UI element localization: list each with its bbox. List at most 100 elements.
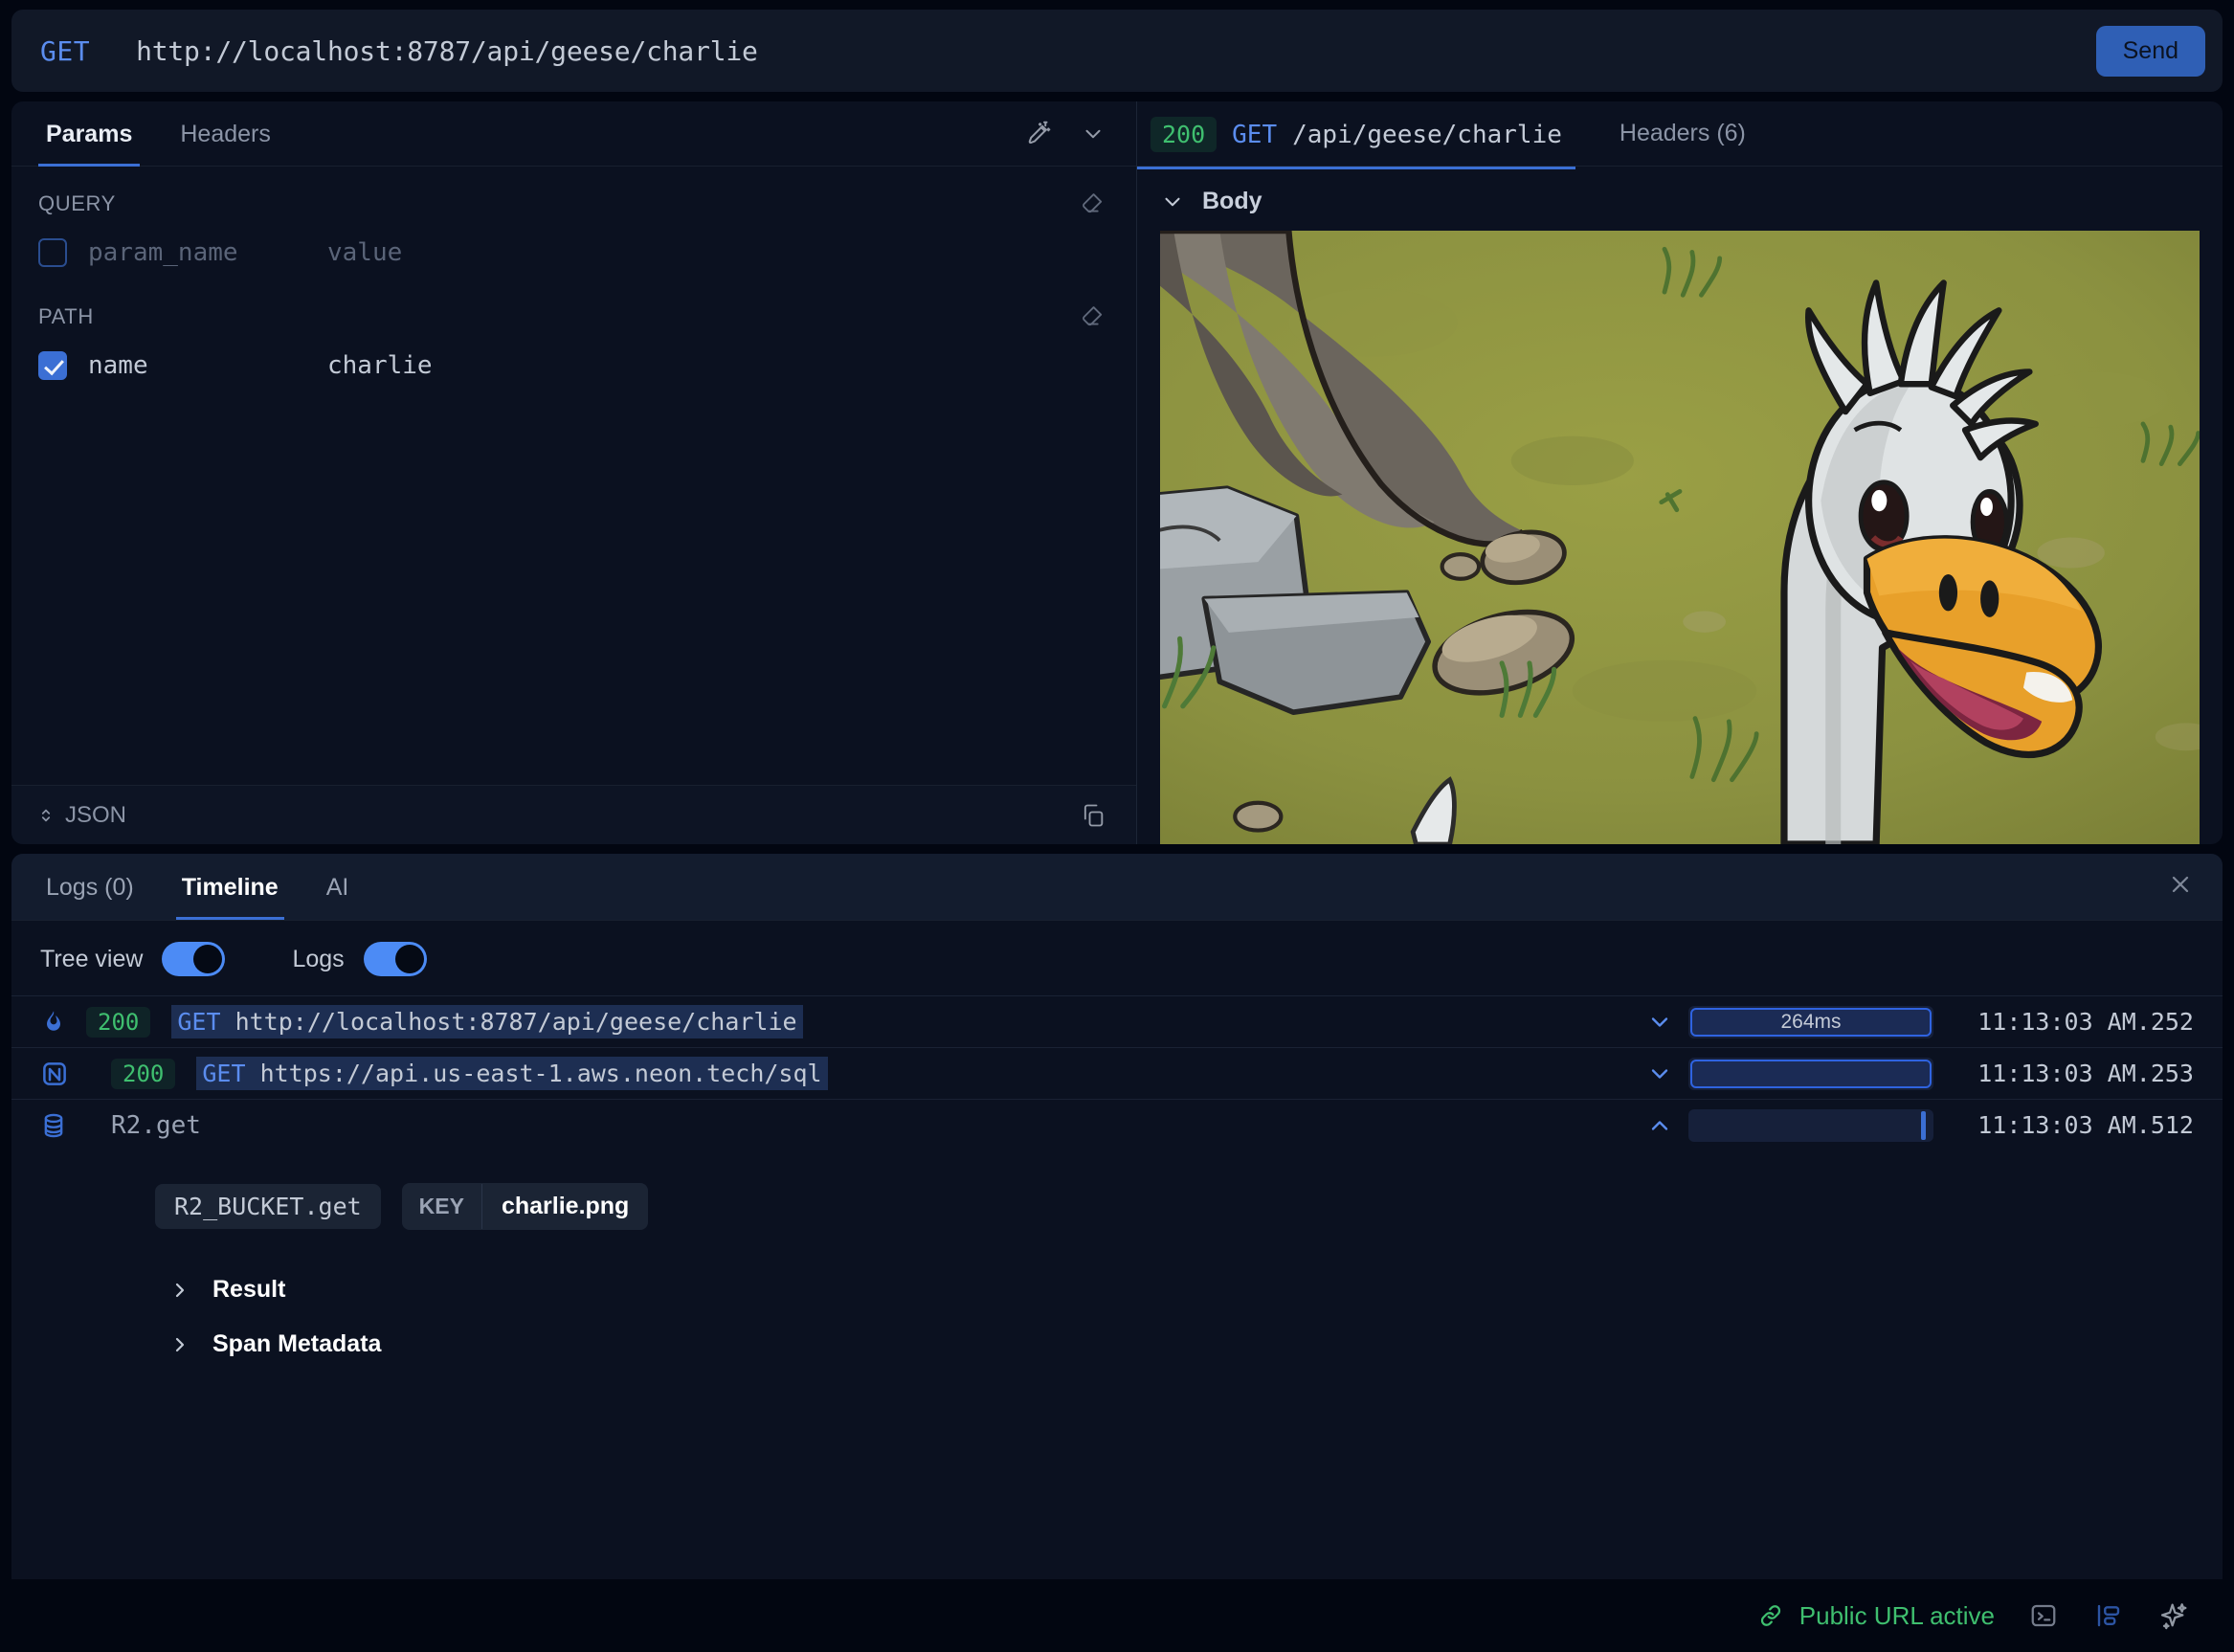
close-icon[interactable] bbox=[2167, 871, 2194, 903]
tree-view-control: Tree view bbox=[40, 942, 226, 976]
body-label: Body bbox=[1202, 188, 1262, 214]
path-param-checkbox[interactable] bbox=[38, 351, 67, 380]
tree-view-toggle[interactable] bbox=[162, 942, 226, 976]
bottom-panel: Logs (0) Timeline AI Tree view Logs 200 … bbox=[11, 854, 2223, 1579]
url-input[interactable]: http://localhost:8787/api/geese/charlie bbox=[136, 35, 2096, 67]
timeline-list: 200 GET http://localhost:8787/api/geese/… bbox=[11, 995, 2223, 1391]
response-method: GET bbox=[1232, 120, 1278, 149]
magic-wand-icon[interactable] bbox=[1023, 118, 1056, 150]
duration-bar bbox=[1688, 1057, 1933, 1090]
tab-params[interactable]: Params bbox=[38, 101, 141, 167]
body-type-label: JSON bbox=[65, 801, 127, 828]
terminal-icon[interactable] bbox=[2027, 1599, 2060, 1632]
status-badge: 200 bbox=[86, 1006, 151, 1038]
neon-icon bbox=[40, 1060, 86, 1088]
span-metadata-label: Span Metadata bbox=[212, 1330, 382, 1357]
response-panel: 200 GET /api/geese/charlie Headers (6) B… bbox=[1137, 101, 2223, 844]
body-type-select[interactable]: JSON bbox=[38, 802, 126, 829]
send-button[interactable]: Send bbox=[2095, 25, 2205, 77]
table-row[interactable]: 200 GET http://localhost:8787/api/geese/… bbox=[11, 995, 2223, 1047]
request-url[interactable]: GET http://localhost:8787/api/geese/char… bbox=[171, 1005, 803, 1038]
tab-timeline[interactable]: Timeline bbox=[175, 855, 284, 920]
chevron-right-icon bbox=[175, 1337, 185, 1351]
key-chip: KEY charlie.png bbox=[401, 1183, 649, 1230]
status-bar: Public URL active bbox=[11, 1579, 2223, 1652]
request-tab-actions bbox=[1023, 118, 1109, 150]
logs-control: Logs bbox=[292, 942, 427, 976]
public-url-status[interactable]: Public URL active bbox=[1757, 1601, 1995, 1631]
body-section-header[interactable]: Body bbox=[1137, 167, 2223, 231]
duration-bar-tick bbox=[1921, 1110, 1926, 1140]
request-response-split: Params Headers QUERY param_name value PA… bbox=[11, 101, 2223, 844]
layout-panel-icon[interactable] bbox=[2092, 1599, 2125, 1632]
timeline-row-right: 264ms 11:13:03 AM.252 bbox=[1631, 1005, 2194, 1038]
table-row[interactable]: 200 GET https://api.us-east-1.aws.neon.t… bbox=[11, 1047, 2223, 1099]
database-icon bbox=[40, 1111, 86, 1140]
copy-icon[interactable] bbox=[1077, 799, 1109, 832]
duration-bar: 264ms bbox=[1688, 1005, 1933, 1038]
path-section-header: PATH bbox=[11, 279, 1136, 339]
timestamp: 11:13:03 AM.253 bbox=[1977, 1060, 2194, 1087]
span-detail: R2_BUCKET.get KEY charlie.png Result Spa… bbox=[11, 1150, 2223, 1391]
key-chip-value: charlie.png bbox=[501, 1193, 630, 1219]
public-url-label: Public URL active bbox=[1798, 1600, 1995, 1630]
key-chip-label: KEY bbox=[402, 1184, 482, 1229]
eraser-icon[interactable] bbox=[1077, 301, 1109, 333]
response-tabs: 200 GET /api/geese/charlie Headers (6) bbox=[1137, 101, 2223, 169]
timestamp: 11:13:03 AM.252 bbox=[1977, 1008, 2194, 1036]
operation-chip: R2_BUCKET.get bbox=[155, 1184, 381, 1229]
logs-toggle[interactable] bbox=[363, 942, 427, 976]
duration-bar bbox=[1688, 1108, 1933, 1142]
request-footer: JSON bbox=[11, 785, 1136, 844]
tab-response-headers[interactable]: Headers (6) bbox=[1606, 101, 1759, 166]
timeline-row-right: 11:13:03 AM.512 bbox=[1631, 1108, 2194, 1142]
chevron-down-icon bbox=[1165, 197, 1180, 206]
link-icon bbox=[1760, 1605, 1780, 1626]
request-panel: Params Headers QUERY param_name value PA… bbox=[11, 101, 1137, 844]
span-chips: R2_BUCKET.get KEY charlie.png bbox=[155, 1183, 2223, 1230]
tab-logs[interactable]: Logs (0) bbox=[40, 855, 140, 919]
chevron-up-icon[interactable] bbox=[1631, 1112, 1688, 1139]
query-param-checkbox[interactable] bbox=[38, 238, 67, 267]
result-section-toggle[interactable]: Result bbox=[155, 1262, 2223, 1317]
bottom-panel-tabs: Logs (0) Timeline AI bbox=[11, 854, 2223, 921]
tab-response-body[interactable]: 200 GET /api/geese/charlie bbox=[1137, 101, 1575, 169]
response-status-badge: 200 bbox=[1151, 117, 1218, 152]
chevron-down-icon[interactable] bbox=[1631, 1009, 1688, 1036]
status-badge: 200 bbox=[111, 1058, 176, 1089]
timeline-row-right: 11:13:03 AM.253 bbox=[1631, 1057, 2194, 1090]
path-param-row: name charlie bbox=[11, 339, 1136, 392]
api-client-window: GET http://localhost:8787/api/geese/char… bbox=[0, 0, 2234, 1652]
toggle-knob bbox=[193, 945, 223, 973]
duration-label: 264ms bbox=[1780, 1010, 1842, 1033]
tree-view-label: Tree view bbox=[40, 945, 144, 972]
request-url[interactable]: GET https://api.us-east-1.aws.neon.tech/… bbox=[196, 1057, 828, 1090]
flame-icon bbox=[40, 1008, 86, 1037]
query-param-name[interactable]: param_name bbox=[88, 238, 327, 267]
response-path: /api/geese/charlie bbox=[1292, 120, 1562, 149]
duration-bar-fill bbox=[1690, 1059, 1932, 1088]
request-method[interactable]: GET bbox=[40, 35, 90, 67]
query-param-row: param_name value bbox=[11, 226, 1136, 279]
sparkles-icon[interactable] bbox=[2157, 1599, 2190, 1632]
query-label: QUERY bbox=[38, 191, 116, 215]
chevron-down-icon[interactable] bbox=[1631, 1060, 1688, 1087]
url-bar: GET http://localhost:8787/api/geese/char… bbox=[11, 10, 2223, 92]
request-tabs: Params Headers bbox=[11, 101, 1136, 167]
table-row[interactable]: R2.get 11:13:03 AM.512 bbox=[11, 1099, 2223, 1150]
span-name: R2.get bbox=[111, 1110, 201, 1140]
chevron-down-icon[interactable] bbox=[1077, 118, 1109, 150]
logs-label: Logs bbox=[292, 945, 345, 972]
query-section-header: QUERY bbox=[11, 167, 1136, 226]
query-param-value[interactable]: value bbox=[327, 238, 402, 267]
tab-ai[interactable]: AI bbox=[321, 855, 355, 919]
tab-headers[interactable]: Headers bbox=[172, 101, 279, 166]
path-param-value[interactable]: charlie bbox=[327, 351, 433, 380]
timestamp: 11:13:03 AM.512 bbox=[1977, 1111, 2194, 1139]
eraser-icon[interactable] bbox=[1077, 188, 1109, 220]
duration-bar-fill: 264ms bbox=[1690, 1007, 1932, 1037]
toggle-knob bbox=[394, 945, 424, 973]
timeline-controls: Tree view Logs bbox=[11, 921, 2223, 995]
span-metadata-section-toggle[interactable]: Span Metadata bbox=[155, 1317, 2223, 1372]
path-param-name[interactable]: name bbox=[88, 351, 327, 380]
